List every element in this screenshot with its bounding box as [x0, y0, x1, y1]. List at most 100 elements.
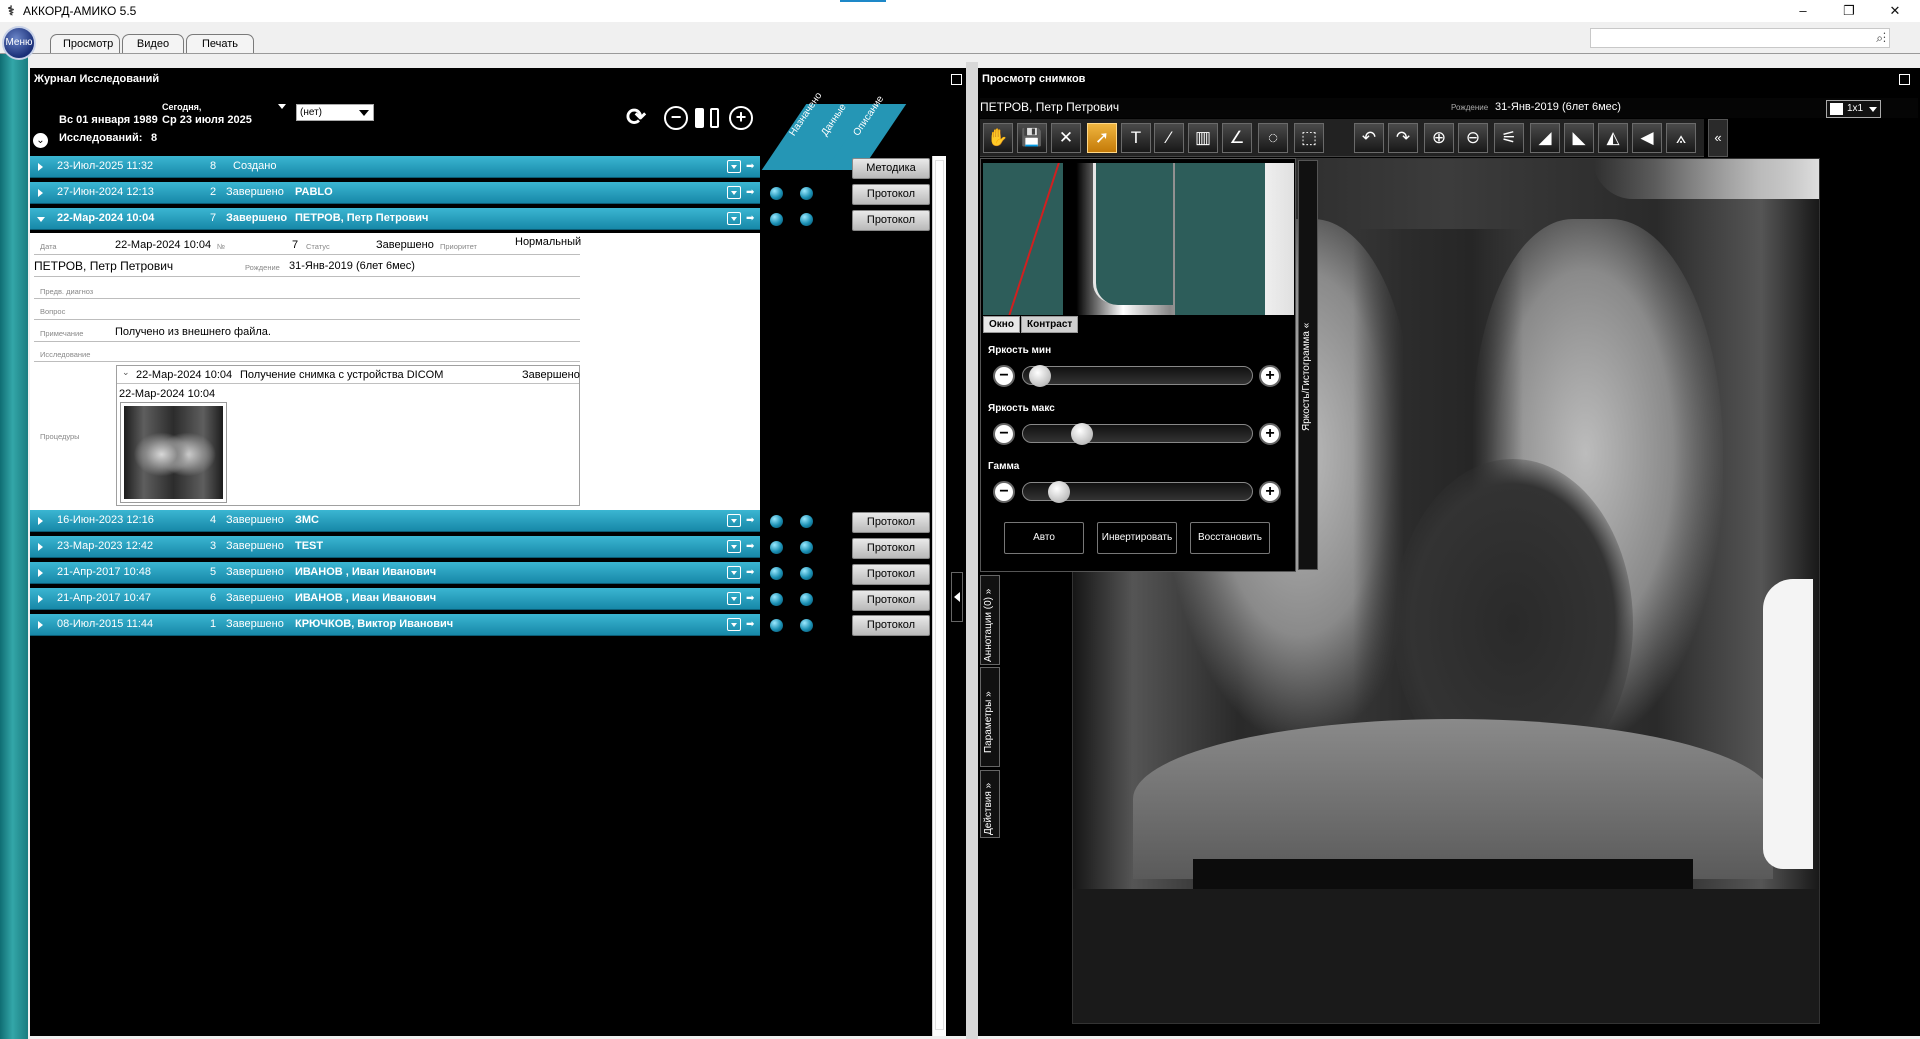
date-to[interactable]: Ср 23 июля 2025 — [162, 114, 252, 126]
ruler-icon[interactable]: ▥ — [1188, 123, 1218, 153]
search-input[interactable] — [1590, 28, 1890, 48]
chevron-right-icon[interactable] — [38, 163, 43, 171]
text-icon[interactable]: T — [1121, 123, 1151, 153]
rotate-right-icon[interactable]: ↷ — [1388, 123, 1418, 153]
row-menu-icon[interactable] — [727, 212, 741, 225]
line-icon[interactable]: ⁄ — [1154, 123, 1184, 153]
wand-icon[interactable]: ⚟ — [1494, 123, 1524, 153]
status-dot-description[interactable] — [800, 541, 813, 554]
date-dropdown-icon[interactable] — [278, 104, 286, 109]
chevron-right-icon[interactable] — [38, 189, 43, 197]
slider-knob[interactable] — [1071, 423, 1093, 445]
tab-video[interactable]: Видео — [122, 34, 184, 53]
chevron-right-icon[interactable] — [38, 543, 43, 551]
status-dot-data[interactable] — [770, 619, 783, 632]
maximize-button[interactable]: ❐ — [1826, 0, 1872, 22]
slider-knob[interactable] — [1048, 481, 1070, 503]
filter-select[interactable]: (нет) — [296, 104, 374, 121]
slider-increase-button[interactable]: + — [1259, 481, 1281, 503]
tab-window[interactable]: Окно — [983, 316, 1020, 333]
measure-icon[interactable]: ⟑ — [1666, 123, 1696, 153]
table-row[interactable]: 21-Апр-2017 10:48 5 Завершено ИВАНОВ , Иван… — [30, 562, 760, 584]
actions-tab[interactable]: Действия » — [980, 770, 1000, 838]
close-icon[interactable]: ✕ — [1051, 123, 1081, 153]
protocol-button[interactable]: Протокол — [852, 538, 930, 559]
journal-maximize-button[interactable] — [951, 74, 962, 85]
roi-icon[interactable]: ⬚ — [1294, 123, 1324, 153]
auto-button[interactable]: Авто — [1004, 522, 1084, 554]
menu-orb-button[interactable]: Меню — [2, 26, 36, 60]
slider-decrease-button[interactable]: − — [993, 423, 1015, 445]
row-open-icon[interactable]: ➡ — [746, 514, 754, 527]
protocol-button[interactable]: Протокол — [852, 564, 930, 585]
slider-track[interactable] — [1022, 365, 1253, 387]
slider-decrease-button[interactable]: − — [993, 365, 1015, 387]
table-row[interactable]: 23-Июл-2025 11:32 8 Создано ➡ — [30, 156, 760, 178]
row-menu-icon[interactable] — [727, 540, 741, 553]
collapse-circle-icon[interactable]: ⌄ — [33, 133, 48, 148]
slider-knob[interactable] — [1029, 365, 1051, 387]
date-from[interactable]: Вс 01 января 1989 — [59, 114, 158, 126]
method-button[interactable]: Методика — [852, 158, 930, 179]
row-menu-icon[interactable] — [727, 566, 741, 579]
table-row[interactable]: 27-Июн-2024 12:13 2 Завершено PABLO ➡ — [30, 182, 760, 204]
panel-divider[interactable] — [966, 62, 978, 1039]
row-open-icon[interactable]: ➡ — [746, 160, 754, 173]
protocol-button[interactable]: Протокол — [852, 210, 930, 231]
row-menu-icon[interactable] — [727, 186, 741, 199]
status-dot-data[interactable] — [770, 541, 783, 554]
minimize-button[interactable]: – — [1780, 0, 1826, 22]
contrast-icon[interactable]: ◣ — [1564, 123, 1594, 153]
row-menu-icon[interactable] — [727, 592, 741, 605]
brightness-histogram-tab[interactable]: Яркость/Гистограмма « — [1298, 160, 1318, 570]
status-dot-description[interactable] — [800, 515, 813, 528]
status-dot-description[interactable] — [800, 593, 813, 606]
row-open-icon[interactable]: ➡ — [746, 212, 754, 225]
table-row[interactable]: 08-Июл-2015 11:44 1 Завершено КРЮЧКОВ, Викт… — [30, 614, 760, 636]
protocol-button[interactable]: Протокол — [852, 615, 930, 636]
layout-select[interactable]: 1x1 — [1826, 100, 1881, 118]
tab-view[interactable]: Просмотр — [50, 34, 120, 53]
zoom-in-icon[interactable]: ⊕ — [1424, 123, 1454, 153]
invert-icon[interactable]: ◀ — [1632, 123, 1662, 153]
save-icon[interactable]: 💾 — [1017, 123, 1047, 153]
table-row[interactable]: 21-Апр-2017 10:47 6 Завершено ИВАНОВ , Иван… — [30, 588, 760, 610]
tab-contrast[interactable]: Контраст — [1021, 316, 1079, 333]
invert-button[interactable]: Инвертировать — [1097, 522, 1177, 554]
slider-increase-button[interactable]: + — [1259, 423, 1281, 445]
procedure-header[interactable]: ⌄ 22-Мар-2024 10:04 Получение снимка с у… — [117, 366, 580, 384]
row-menu-icon[interactable] — [727, 160, 741, 173]
flip-icon[interactable]: ◭ — [1598, 123, 1628, 153]
status-dot-data[interactable] — [770, 187, 783, 200]
histogram-chart[interactable] — [983, 163, 1294, 315]
status-dot-data[interactable] — [770, 567, 783, 580]
chevron-right-icon[interactable] — [38, 595, 43, 603]
status-dot-description[interactable] — [800, 213, 813, 226]
row-open-icon[interactable]: ➡ — [746, 540, 754, 553]
chevron-down-icon[interactable] — [37, 217, 45, 222]
refresh-icon[interactable]: ⟳ — [624, 106, 648, 130]
row-open-icon[interactable]: ➡ — [746, 186, 754, 199]
row-menu-icon[interactable] — [727, 618, 741, 631]
chevron-right-icon[interactable] — [38, 569, 43, 577]
protocol-button[interactable]: Протокол — [852, 184, 930, 205]
tab-print[interactable]: Печать — [186, 34, 254, 53]
zoom-slider-handle[interactable] — [695, 108, 704, 128]
rotate-left-icon[interactable]: ↶ — [1354, 123, 1384, 153]
row-open-icon[interactable]: ➡ — [746, 618, 754, 631]
slider-track[interactable] — [1022, 423, 1253, 445]
journal-scrollbar[interactable] — [932, 156, 946, 1036]
zoom-out-icon[interactable]: ⊖ — [1458, 123, 1488, 153]
slider-decrease-button[interactable]: − — [993, 481, 1015, 503]
slider-track[interactable] — [1022, 481, 1253, 503]
search-icon[interactable]: ⌕⋮ — [1850, 28, 1890, 48]
chevron-down-icon[interactable]: ⌄ — [122, 367, 130, 378]
zoom-slider-track[interactable] — [710, 108, 719, 128]
hand-icon[interactable]: ✋ — [983, 123, 1013, 153]
toolbar-collapse-icon[interactable]: « — [1708, 119, 1728, 157]
close-window-button[interactable]: ✕ — [1872, 0, 1918, 22]
viewer-maximize-button[interactable] — [1899, 74, 1910, 85]
status-dot-data[interactable] — [770, 593, 783, 606]
table-row[interactable]: 16-Июн-2023 12:16 4 Завершено ЗМС ➡ — [30, 510, 760, 532]
zoom-in-icon[interactable]: + — [729, 106, 753, 130]
